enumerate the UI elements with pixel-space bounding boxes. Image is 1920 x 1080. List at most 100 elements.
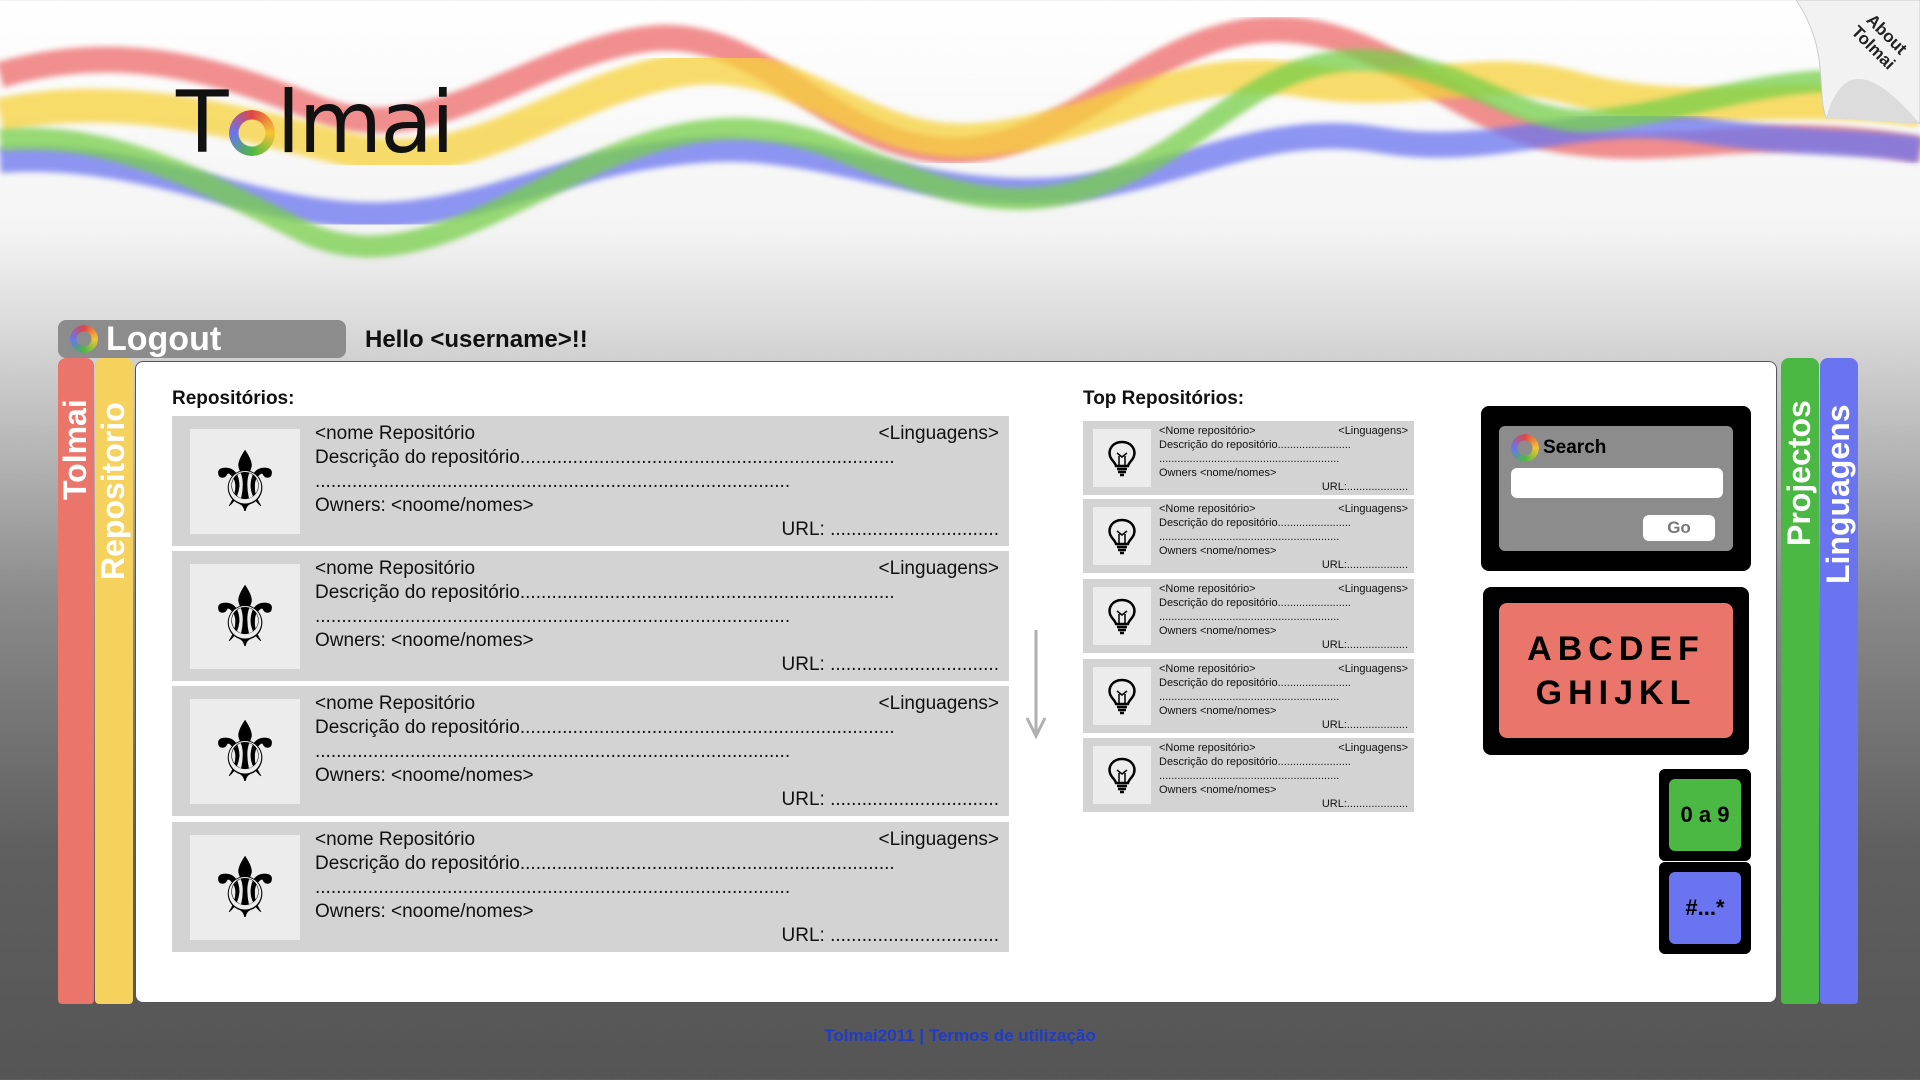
repo-owners: Owners: <noome/nomes> <box>315 901 534 922</box>
top-repository-card[interactable]: <Nome repositório> <Linguagens> Descrição… <box>1083 499 1414 573</box>
top-repo-name: <Nome repositório> <box>1159 663 1256 675</box>
top-repo-name: <Nome repositório> <box>1159 425 1256 437</box>
search-widget: Search Go <box>1481 406 1751 571</box>
repositories-title: Repositórios: <box>172 388 295 409</box>
tab-tolmai[interactable]: Tolmai <box>57 358 94 1004</box>
repository-card[interactable]: ⚜ <nome Repositório <Linguagens> Descriçã… <box>172 551 1009 681</box>
alphabet-row-2[interactable]: GHIJKL <box>1499 671 1733 715</box>
alphabet-filter: ABCDEF GHIJKL <box>1483 587 1749 755</box>
top-repo-url[interactable]: URL:.................... <box>1159 718 1408 732</box>
go-button[interactable]: Go <box>1643 515 1715 541</box>
tab-linguagens-label: Linguagens <box>1820 404 1856 584</box>
search-input[interactable] <box>1511 468 1723 498</box>
down-arrow-icon[interactable] <box>1024 628 1048 740</box>
top-repository-card[interactable]: <Nome repositório> <Linguagens> Descrição… <box>1083 579 1414 653</box>
repo-owners: Owners: <noome/nomes> <box>315 495 534 516</box>
top-repo-description: Descrição do repositório................… <box>1159 756 1351 768</box>
repo-languages: <Linguagens> <box>878 829 999 850</box>
fleur-de-lis-icon: ⚜ <box>190 699 300 804</box>
repo-name: <nome Repositório <box>315 423 476 444</box>
footer-links[interactable]: Tolmai2011 | Termos de utilização <box>0 1026 1920 1046</box>
top-repo-description-cont: ........................................… <box>1159 453 1340 465</box>
repo-description: Descrição do repositório................… <box>315 582 895 603</box>
top-repo-languages: <Linguagens> <box>1338 663 1408 675</box>
fleur-de-lis-icon: ⚜ <box>190 835 300 940</box>
repo-languages: <Linguagens> <box>878 693 999 714</box>
top-repo-url[interactable]: URL:.................... <box>1159 797 1408 811</box>
tab-repositorio[interactable]: Repositorio <box>95 358 133 1004</box>
logout-button[interactable]: Logout <box>58 320 346 358</box>
top-repo-languages: <Linguagens> <box>1338 503 1408 515</box>
repository-card[interactable]: ⚜ <nome Repositório <Linguagens> Descriçã… <box>172 416 1009 546</box>
top-repository-card[interactable]: <Nome repositório> <Linguagens> Descrição… <box>1083 738 1414 812</box>
top-repo-languages: <Linguagens> <box>1338 583 1408 595</box>
repo-description: Descrição do repositório................… <box>315 717 895 738</box>
lightbulb-icon <box>1093 746 1151 804</box>
fleur-de-lis-icon: ⚜ <box>190 564 300 669</box>
tab-projectos[interactable]: Projectos <box>1781 358 1819 1004</box>
tab-linguagens[interactable]: Linguagens <box>1820 358 1858 1004</box>
tab-tolmai-label: Tolmai <box>57 399 93 500</box>
repo-description-cont: ........................................… <box>315 741 791 762</box>
top-repo-owners: Owners <nome/nomes> <box>1159 625 1277 637</box>
repo-url[interactable]: URL: ................................ <box>315 788 1000 812</box>
search-header: Search <box>1511 434 1606 462</box>
tab-repositorio-label: Repositorio <box>95 402 131 580</box>
search-panel: Search Go <box>1499 426 1733 551</box>
tolmai-logo[interactable]: Tlmai <box>176 80 455 166</box>
top-repo-description: Descrição do repositório................… <box>1159 597 1351 609</box>
repository-card[interactable]: ⚜ <nome Repositório <Linguagens> Descriçã… <box>172 822 1009 952</box>
lightbulb-icon <box>1093 507 1151 565</box>
digits-button[interactable]: 0 a 9 <box>1669 779 1741 851</box>
top-repositories-title: Top Repositórios: <box>1083 388 1245 409</box>
logo-swirl-icon <box>1511 434 1539 462</box>
top-repo-description: Descrição do repositório................… <box>1159 439 1351 451</box>
top-repo-languages: <Linguagens> <box>1338 742 1408 754</box>
repo-description-cont: ........................................… <box>315 471 791 492</box>
top-repo-url[interactable]: URL:.................... <box>1159 558 1408 572</box>
repo-url[interactable]: URL: ................................ <box>315 653 1000 677</box>
logo-ring-icon <box>228 110 275 156</box>
repo-description-cont: ........................................… <box>315 606 791 627</box>
top-repo-description: Descrição do repositório................… <box>1159 517 1351 529</box>
repo-languages: <Linguagens> <box>878 558 999 579</box>
repo-owners: Owners: <noome/nomes> <box>315 765 534 786</box>
repo-name: <nome Repositório <box>315 558 476 579</box>
top-repo-owners: Owners <nome/nomes> <box>1159 467 1277 479</box>
symbols-button[interactable]: #...* <box>1669 872 1741 944</box>
lightbulb-icon <box>1093 429 1151 487</box>
top-repo-url[interactable]: URL:.................... <box>1159 638 1408 652</box>
repo-description: Descrição do repositório................… <box>315 853 895 874</box>
alphabet-row-1[interactable]: ABCDEF <box>1499 627 1733 671</box>
lightbulb-icon <box>1093 587 1151 645</box>
greeting: Hello <username>!! <box>365 326 588 353</box>
top-repository-card[interactable]: <Nome repositório> <Linguagens> Descrição… <box>1083 421 1414 495</box>
top-repo-description-cont: ........................................… <box>1159 691 1340 703</box>
top-repo-languages: <Linguagens> <box>1338 425 1408 437</box>
top-repository-card[interactable]: <Nome repositório> <Linguagens> Descrição… <box>1083 659 1414 733</box>
top-repo-url[interactable]: URL:.................... <box>1159 480 1408 494</box>
repo-owners: Owners: <noome/nomes> <box>315 630 534 651</box>
top-repo-owners: Owners <nome/nomes> <box>1159 784 1277 796</box>
top-repo-description: Descrição do repositório................… <box>1159 677 1351 689</box>
top-repo-owners: Owners <nome/nomes> <box>1159 705 1277 717</box>
search-label: Search <box>1543 437 1607 458</box>
top-repo-name: <Nome repositório> <box>1159 742 1256 754</box>
logo-swirl-icon <box>70 325 98 353</box>
repo-url[interactable]: URL: ................................ <box>315 518 1000 542</box>
lightbulb-icon <box>1093 667 1151 725</box>
alphabet-panel: ABCDEF GHIJKL <box>1499 603 1733 738</box>
top-repo-description-cont: ........................................… <box>1159 531 1340 543</box>
tab-projectos-label: Projectos <box>1781 400 1817 546</box>
top-repo-description-cont: ........................................… <box>1159 770 1340 782</box>
repo-description-cont: ........................................… <box>315 877 791 898</box>
repository-card[interactable]: ⚜ <nome Repositório <Linguagens> Descriçã… <box>172 686 1009 816</box>
repo-url[interactable]: URL: ................................ <box>315 924 1000 948</box>
digits-filter: 0 a 9 <box>1659 769 1751 861</box>
repo-languages: <Linguagens> <box>878 423 999 444</box>
logout-label: Logout <box>106 319 222 358</box>
top-repo-name: <Nome repositório> <box>1159 583 1256 595</box>
repo-description: Descrição do repositório................… <box>315 447 895 468</box>
repo-name: <nome Repositório <box>315 693 476 714</box>
symbols-filter: #...* <box>1659 862 1751 954</box>
